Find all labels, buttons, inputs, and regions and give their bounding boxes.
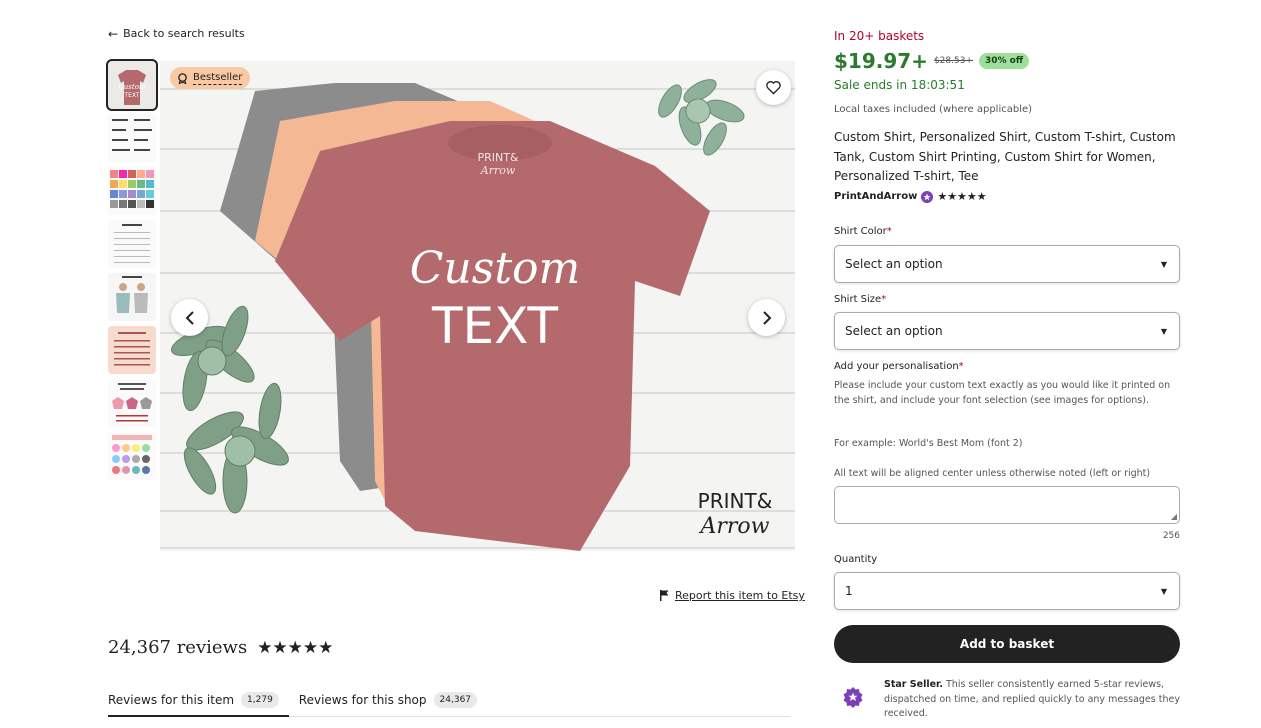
next-image-button[interactable] <box>748 299 785 336</box>
resize-grip-icon[interactable]: ◢ <box>1171 512 1177 521</box>
reviews-header: 24,367 reviews ★★★★★ <box>108 637 333 658</box>
listing-title: Custom Shirt, Personalized Shirt, Custom… <box>834 130 1176 183</box>
thumbnail-1[interactable]: Custom TEXT <box>106 59 158 111</box>
price-row: $19.97+ $28.53+ 30% off <box>834 49 1030 73</box>
chevron-right-icon <box>762 310 771 325</box>
report-label: Report this item to Etsy <box>675 589 805 602</box>
shop-name-link[interactable]: PrintAndArrow <box>834 191 917 202</box>
tab-reviews-shop-count: 24,367 <box>433 692 478 708</box>
review-tabs: Reviews for this item 1,279 Reviews for … <box>108 684 790 717</box>
shirt-color-label: Shirt Color* <box>834 226 892 237</box>
thumbnail-3[interactable] <box>108 167 156 215</box>
shirt-print-line2: TEXT <box>431 297 559 355</box>
tab-reviews-item-count: 1,279 <box>241 691 279 708</box>
star-seller-icon <box>843 687 863 708</box>
original-price: $28.53+ <box>933 56 973 66</box>
price: $19.97+ <box>834 49 928 73</box>
flag-icon <box>660 590 669 601</box>
personalisation-help-1: Please include your custom text exactly … <box>834 380 1171 406</box>
svg-text:Custom: Custom <box>118 83 145 91</box>
caret-down-icon: ▼ <box>1160 259 1167 269</box>
svg-text:TEXT: TEXT <box>123 92 139 99</box>
back-link-label: Back to search results <box>123 27 245 40</box>
favorite-button[interactable] <box>756 70 791 105</box>
star-seller-info: Star Seller. This seller consistently ea… <box>842 678 1180 722</box>
personalisation-help-3: All text will be aligned center unless o… <box>834 468 1151 479</box>
arrow-left-icon: ← <box>108 26 119 41</box>
discount-badge: 30% off <box>978 53 1030 69</box>
tab-reviews-shop-label: Reviews for this shop <box>298 693 427 707</box>
shirt-color-select[interactable]: Select an option ▼ <box>834 245 1180 283</box>
collar-print-line1: PRINT& <box>477 151 518 164</box>
product-photo: PRINT& Arrow Custom TEXT PRINT& Arrow <box>160 61 795 551</box>
shirt-size-label: Shirt Size* <box>834 294 887 305</box>
thumbnail-strip: Custom TEXT <box>106 59 158 480</box>
thumbnail-2[interactable] <box>108 114 156 162</box>
back-to-search-link[interactable]: ← Back to search results <box>108 27 245 40</box>
sale-countdown: Sale ends in 18:03:51 <box>834 78 965 92</box>
star-seller-text: Star Seller. This seller consistently ea… <box>884 679 1180 719</box>
tab-reviews-shop[interactable]: Reviews for this shop 24,367 <box>299 684 487 716</box>
watermark-line2: Arrow <box>699 514 770 539</box>
shop-row: PrintAndArrow ★★★★★ <box>834 190 987 203</box>
personalisation-textarea[interactable]: ◢ <box>834 486 1180 524</box>
add-to-basket-button[interactable]: Add to basket <box>834 625 1180 663</box>
chevron-left-icon <box>185 310 194 325</box>
bestseller-badge[interactable]: Bestseller <box>170 67 251 89</box>
tab-reviews-item-label: Reviews for this item <box>108 692 235 707</box>
watermark-line1: PRINT& <box>698 489 773 513</box>
bestseller-label: Bestseller <box>193 71 243 85</box>
thumbnail-8[interactable] <box>108 432 156 480</box>
previous-image-button[interactable] <box>171 299 208 336</box>
shirt-size-value: Select an option <box>845 324 943 338</box>
personalisation-label: Add your personalisation* <box>834 361 964 372</box>
personalisation-help-2: For example: World's Best Mom (font 2) <box>834 438 1023 449</box>
thumbnail-5[interactable] <box>108 273 156 321</box>
reviews-count: 24,367 reviews <box>108 637 248 658</box>
caret-down-icon: ▼ <box>1160 326 1167 336</box>
shirt-color-value: Select an option <box>845 257 943 271</box>
taxes-note: Local taxes included (where applicable) <box>834 104 1033 115</box>
caret-down-icon: ▼ <box>1160 586 1167 596</box>
baskets-notice: In 20+ baskets <box>834 29 925 43</box>
shirt-size-select[interactable]: Select an option ▼ <box>834 312 1180 350</box>
star-seller-badge-icon <box>921 190 934 203</box>
quantity-label: Quantity <box>834 554 878 565</box>
thumbnail-4[interactable] <box>108 220 156 268</box>
award-icon <box>178 72 187 84</box>
character-count: 256 <box>1162 531 1180 541</box>
product-main-image[interactable]: PRINT& Arrow Custom TEXT PRINT& Arrow <box>160 61 795 551</box>
report-item-link[interactable]: Report this item to Etsy <box>660 589 805 602</box>
thumbnail-7[interactable] <box>108 379 156 427</box>
shirt-print-line1: Custom <box>410 243 580 294</box>
quantity-select[interactable]: 1 ▼ <box>834 572 1180 610</box>
tab-reviews-item[interactable]: Reviews for this item 1,279 <box>108 684 289 717</box>
shop-rating-stars: ★★★★★ <box>937 190 987 203</box>
heart-icon <box>766 81 781 95</box>
collar-print-line2: Arrow <box>480 164 516 177</box>
thumbnail-6[interactable] <box>108 326 156 374</box>
reviews-rating-stars: ★★★★★ <box>257 637 334 658</box>
quantity-value: 1 <box>845 584 853 598</box>
